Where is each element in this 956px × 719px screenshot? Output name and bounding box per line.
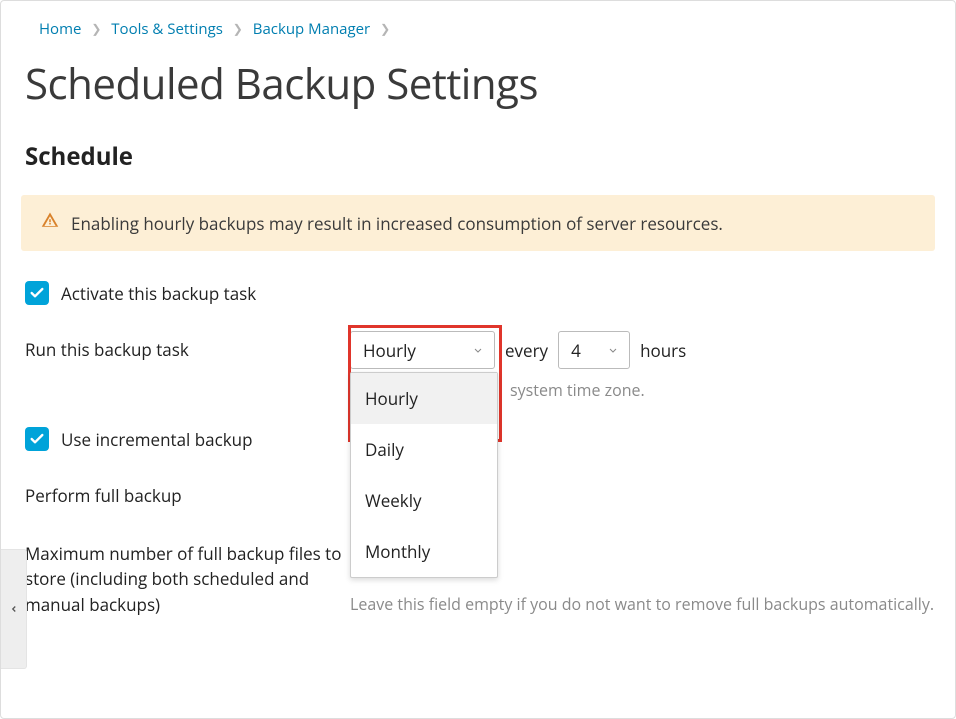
activate-label: Activate this backup task (61, 282, 256, 305)
frequency-dropdown: Hourly Daily Weekly Monthly (350, 372, 498, 578)
hours-suffix: hours (640, 339, 686, 362)
frequency-option-weekly[interactable]: Weekly (351, 475, 497, 526)
breadcrumb-backup-manager[interactable]: Backup Manager (253, 19, 370, 39)
incremental-label: Use incremental backup (61, 428, 252, 451)
chevron-down-icon (472, 339, 484, 362)
hours-value: 4 (571, 339, 581, 362)
incremental-checkbox[interactable] (25, 427, 49, 451)
settings-panel: Home ❯ Tools & Settings ❯ Backup Manager… (0, 0, 956, 719)
activate-checkbox[interactable] (25, 281, 49, 305)
warning-alert: Enabling hourly backups may result in in… (21, 195, 935, 251)
warning-text: Enabling hourly backups may result in in… (71, 212, 723, 235)
run-task-label: Run this backup task (25, 331, 350, 363)
warning-icon (41, 211, 59, 235)
breadcrumb-home[interactable]: Home (39, 19, 81, 39)
chevron-right-icon: ❯ (233, 20, 243, 37)
breadcrumb-tools-settings[interactable]: Tools & Settings (111, 19, 223, 39)
frequency-select[interactable]: Hourly (350, 331, 495, 369)
side-collapse-tab[interactable] (1, 549, 27, 669)
frequency-option-daily[interactable]: Daily (351, 424, 497, 475)
breadcrumb: Home ❯ Tools & Settings ❯ Backup Manager… (21, 1, 935, 49)
max-files-hint: Leave this field empty if you do not wan… (350, 593, 935, 615)
frequency-option-hourly[interactable]: Hourly (351, 373, 497, 424)
hours-select[interactable]: 4 (558, 331, 630, 369)
frequency-option-monthly[interactable]: Monthly (351, 526, 497, 577)
max-files-label: Maximum number of full backup files to s… (25, 535, 350, 618)
full-backup-label: Perform full backup (25, 477, 350, 509)
every-text: every (505, 339, 548, 362)
chevron-right-icon: ❯ (380, 20, 390, 37)
page-title: Scheduled Backup Settings (21, 55, 935, 112)
frequency-value: Hourly (363, 339, 416, 362)
section-title-schedule: Schedule (21, 140, 935, 173)
chevron-right-icon: ❯ (91, 20, 101, 37)
chevron-down-icon (607, 339, 619, 362)
